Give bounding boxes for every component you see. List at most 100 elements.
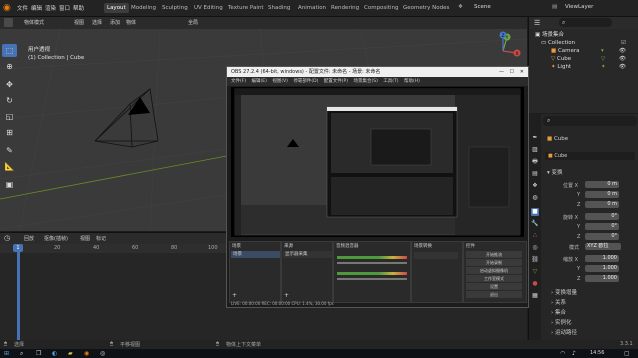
tab-uv-editing[interactable]: UV Editing: [191, 3, 226, 13]
outliner-scene-collection[interactable]: ▣ 场景集合: [535, 31, 564, 39]
obs-preview[interactable]: [231, 87, 524, 237]
obs-menu-profile[interactable]: 配置文件(P): [320, 79, 348, 84]
outliner-item-light[interactable]: ✦ Light ✦ 👁: [551, 63, 626, 71]
tab-modeling[interactable]: Modeling: [128, 3, 159, 13]
volume-slider-mic[interactable]: [337, 278, 407, 280]
texture-tab-icon[interactable]: ▦: [531, 292, 539, 300]
output-tab-icon[interactable]: 🖶: [531, 158, 539, 166]
view-layer-tab-icon[interactable]: ▤: [531, 170, 539, 178]
tab-layout[interactable]: Layout: [104, 3, 129, 13]
menu-edit[interactable]: 编辑: [31, 4, 42, 12]
notification-icon[interactable]: ▢: [624, 349, 630, 358]
outliner-search-icon[interactable]: ⌕: [559, 18, 612, 27]
outliner-item-collection[interactable]: ▭ Collection ☑: [541, 39, 626, 47]
material-tab-icon[interactable]: ●: [531, 280, 539, 288]
blender-taskbar-icon[interactable]: ◉: [84, 349, 89, 358]
add-scene-icon[interactable]: +: [232, 292, 237, 299]
scene-name[interactable]: Scene: [474, 4, 491, 10]
tab-shading[interactable]: Shading: [265, 3, 293, 13]
volume-slider-desktop[interactable]: [337, 262, 407, 264]
transform-tool[interactable]: ⊞: [2, 126, 17, 139]
obs-taskbar-icon[interactable]: ◎: [100, 349, 105, 358]
select-box-tool[interactable]: ⬚: [2, 44, 17, 57]
timeline-editor-icon[interactable]: ◷: [4, 234, 10, 242]
editor-type-icon[interactable]: [4, 18, 13, 27]
maximize-icon[interactable]: ☐: [510, 67, 514, 77]
transition-select[interactable]: [414, 252, 458, 259]
obs-titlebar[interactable]: OBS 27.2.4 (64-bit, windows) - 配置文件: 未命名…: [227, 67, 528, 77]
obs-window[interactable]: OBS 27.2.4 (64-bit, windows) - 配置文件: 未命名…: [226, 66, 529, 308]
modifier-tab-icon[interactable]: 🔧: [531, 220, 539, 228]
data-tab-icon[interactable]: ▽: [531, 268, 539, 276]
menu-help[interactable]: 帮助: [73, 4, 84, 12]
playhead[interactable]: [17, 244, 20, 341]
scene-icon[interactable]: ❖: [458, 4, 463, 10]
world-tab-icon[interactable]: ◍: [531, 194, 539, 202]
annotate-tool[interactable]: ✎: [2, 144, 17, 157]
outliner-item-camera[interactable]: ■ Camera ▾ 👁: [551, 47, 626, 55]
add-cube-tool[interactable]: ▣: [2, 178, 17, 191]
instancing-section[interactable]: › 实例化: [551, 318, 571, 326]
rotation-z-field[interactable]: 0°: [585, 233, 619, 240]
checkbox-icon[interactable]: ☑: [621, 39, 626, 47]
navigation-gizmo[interactable]: X Y Z: [483, 31, 523, 71]
close-icon[interactable]: ✕: [520, 67, 524, 77]
eye-icon[interactable]: 👁: [619, 63, 626, 71]
render-tab-icon[interactable]: ▨: [531, 146, 539, 154]
scene-list-item[interactable]: 场景: [231, 251, 280, 258]
tool-tab-icon[interactable]: ✒: [531, 134, 539, 142]
obs-menu-scene-collection[interactable]: 场景集合(S): [349, 79, 377, 84]
menu-keying[interactable]: 抠像(插帧): [44, 235, 68, 242]
tray-network-icon[interactable]: ◠: [560, 349, 565, 358]
cursor-tool[interactable]: ⊕: [2, 60, 17, 73]
motion-paths-section[interactable]: › 运动路径: [551, 328, 577, 336]
edge-browser-icon[interactable]: ◐: [52, 349, 57, 358]
view-layer-icon[interactable]: ▤: [552, 4, 557, 10]
properties-search[interactable]: ⌕: [543, 116, 637, 126]
move-tool[interactable]: ✥: [2, 78, 17, 91]
tab-compositing[interactable]: Compositing: [361, 3, 401, 13]
tab-animation[interactable]: Animation: [295, 3, 329, 13]
menu-file[interactable]: 文件: [17, 4, 28, 12]
object-tab-icon[interactable]: ■: [531, 208, 539, 216]
virtual-camera-button[interactable]: 启动虚拟摄像机: [466, 267, 522, 274]
outliner-editor-icon[interactable]: ☰: [534, 19, 540, 27]
obs-menu-view[interactable]: 视图(V): [268, 79, 288, 84]
obs-menu-docks[interactable]: 停靠部件(D): [289, 79, 318, 84]
obs-menu-help[interactable]: 帮助(H): [400, 79, 420, 84]
location-y-field[interactable]: 0 m: [585, 191, 619, 198]
menu-add[interactable]: 添加: [110, 19, 120, 26]
menu-window[interactable]: 窗口: [59, 4, 70, 12]
menu-timeline-view[interactable]: 视图: [80, 235, 90, 242]
start-streaming-button[interactable]: 开始推流: [466, 251, 522, 258]
eye-icon[interactable]: 👁: [619, 47, 626, 55]
menu-object[interactable]: 物体: [126, 19, 136, 26]
blender-logo-icon[interactable]: ◉: [3, 3, 13, 13]
search-icon[interactable]: ⌕: [20, 349, 23, 358]
menu-playback[interactable]: 回放: [24, 235, 34, 242]
relations-section[interactable]: › 关系: [551, 298, 566, 306]
tray-volume-icon[interactable]: ♪: [572, 349, 576, 358]
rotate-tool[interactable]: ↻: [2, 94, 17, 107]
scale-z-field[interactable]: 1.000: [585, 275, 619, 282]
tab-sculpting[interactable]: Sculpting: [159, 3, 191, 13]
menu-select[interactable]: 选择: [92, 19, 102, 26]
task-view-icon[interactable]: ❐: [36, 349, 41, 358]
location-x-field[interactable]: 0 m: [585, 181, 619, 188]
rotation-y-field[interactable]: 0°: [585, 223, 619, 230]
scene-tab-icon[interactable]: ❖: [531, 182, 539, 190]
transform-orientation[interactable]: 全局: [188, 19, 198, 26]
obs-menu-edit[interactable]: 编辑(E): [248, 79, 267, 84]
constraints-tab-icon[interactable]: ⛓: [531, 256, 539, 264]
exit-button[interactable]: 退出: [466, 291, 522, 298]
collections-section[interactable]: › 集合: [551, 308, 566, 316]
studio-mode-button[interactable]: 工作室模式: [466, 275, 522, 282]
view-layer-name[interactable]: ViewLayer: [565, 4, 593, 10]
scale-tool[interactable]: ◱: [2, 110, 17, 123]
menu-view[interactable]: 视图: [74, 19, 84, 26]
obs-menu-tools[interactable]: 工具(T): [379, 79, 398, 84]
taskbar-clock[interactable]: 14:56: [590, 349, 604, 358]
settings-button[interactable]: 设置: [466, 283, 522, 290]
tab-texture-paint[interactable]: Texture Paint: [225, 3, 267, 13]
start-recording-button[interactable]: 开始录制: [466, 259, 522, 266]
